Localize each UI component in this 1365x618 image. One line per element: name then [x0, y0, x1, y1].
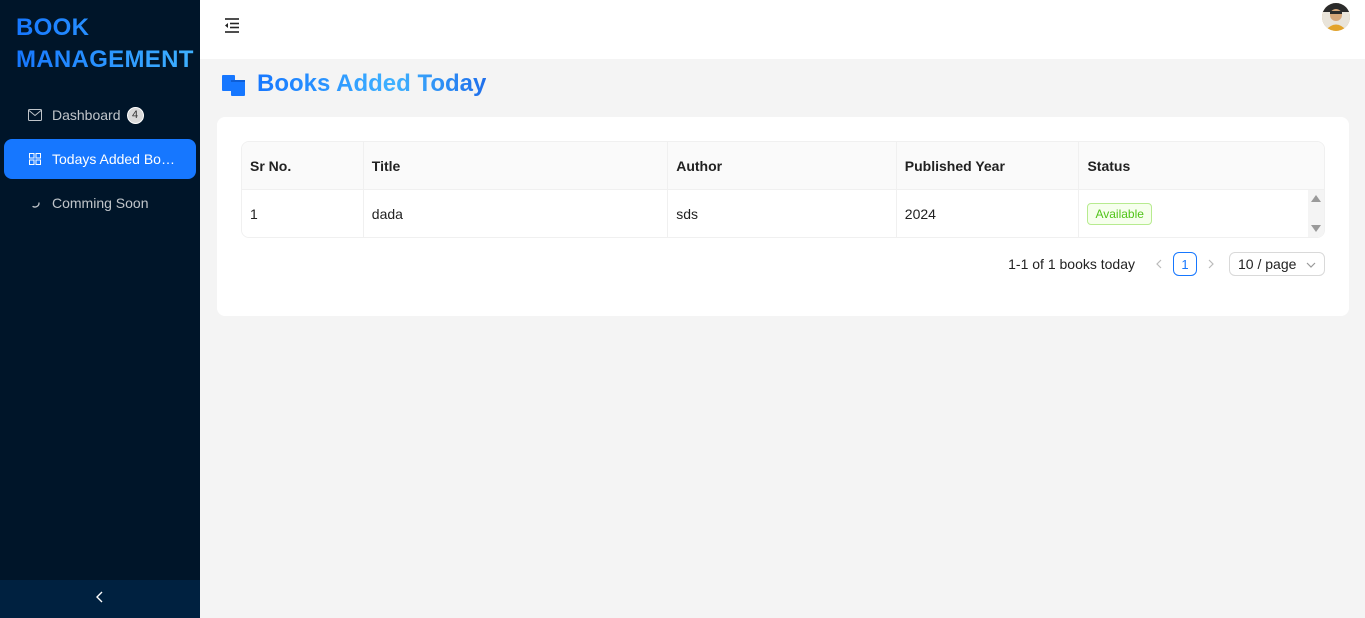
page-size-select[interactable]: 10 / page: [1229, 252, 1325, 276]
next-page-button[interactable]: [1201, 252, 1221, 276]
chevron-right-icon: [1208, 259, 1214, 269]
books-card: Sr No. Title Author Published Year Statu…: [217, 117, 1349, 316]
pagination-total: 1-1 of 1 books today: [1008, 256, 1135, 272]
column-header-sr-no[interactable]: Sr No.: [242, 142, 364, 189]
column-header-title[interactable]: Title: [364, 142, 669, 189]
sidebar-item-label: Dashboard: [52, 107, 121, 123]
cell-published-year: 2024: [897, 190, 1080, 237]
cell-sr-no: 1: [242, 190, 364, 237]
scroll-down-icon[interactable]: [1311, 225, 1321, 232]
sidebar-item-label: Comming Soon: [52, 195, 149, 211]
sidebar-item-label: Todays Added Books: [52, 151, 180, 167]
column-header-status[interactable]: Status: [1079, 142, 1324, 189]
books-icon: [221, 71, 247, 97]
table-scrollbar[interactable]: [1308, 190, 1324, 237]
chevron-left-icon: [95, 590, 105, 608]
menu-fold-icon[interactable]: [222, 15, 242, 35]
chevron-left-icon: [1156, 259, 1162, 269]
page-title: Books Added Today: [221, 70, 486, 98]
cell-status: Available: [1079, 190, 1324, 237]
appstore-icon: [28, 152, 42, 166]
app-logo: BOOK MANAGEMENT: [16, 12, 196, 76]
sidebar-collapse-button[interactable]: [0, 580, 200, 618]
dashboard-count-badge: 4: [126, 106, 144, 124]
sidebar: BOOK MANAGEMENT Dashboard 4 Todays Added…: [0, 0, 200, 618]
column-header-published-year[interactable]: Published Year: [897, 142, 1080, 189]
mail-icon: [28, 108, 42, 122]
cell-title: dada: [364, 190, 669, 237]
sidebar-item-comming-soon[interactable]: Comming Soon: [4, 183, 196, 223]
page-heading: Books Added Today: [257, 70, 487, 97]
table-header: Sr No. Title Author Published Year Statu…: [242, 142, 1324, 190]
sidebar-item-dashboard[interactable]: Dashboard 4: [4, 95, 196, 135]
loading-icon: [28, 196, 42, 210]
column-header-author[interactable]: Author: [668, 142, 897, 189]
cell-author: sds: [668, 190, 897, 237]
sidebar-item-todays-added-books[interactable]: Todays Added Books: [4, 139, 196, 179]
top-header: [200, 0, 1365, 59]
books-table: Sr No. Title Author Published Year Statu…: [241, 141, 1325, 238]
scroll-up-icon[interactable]: [1311, 195, 1321, 202]
page-size-value: 10 / page: [1238, 256, 1297, 272]
user-avatar[interactable]: [1322, 3, 1350, 31]
prev-page-button[interactable]: [1149, 252, 1169, 276]
table-row[interactable]: 1 dada sds 2024 Available: [242, 190, 1324, 237]
status-badge: Available: [1087, 202, 1152, 225]
chevron-down-icon: [1306, 256, 1316, 272]
pagination: 1-1 of 1 books today 1 10 / page: [1008, 252, 1325, 276]
page-number-button[interactable]: 1: [1173, 252, 1197, 276]
